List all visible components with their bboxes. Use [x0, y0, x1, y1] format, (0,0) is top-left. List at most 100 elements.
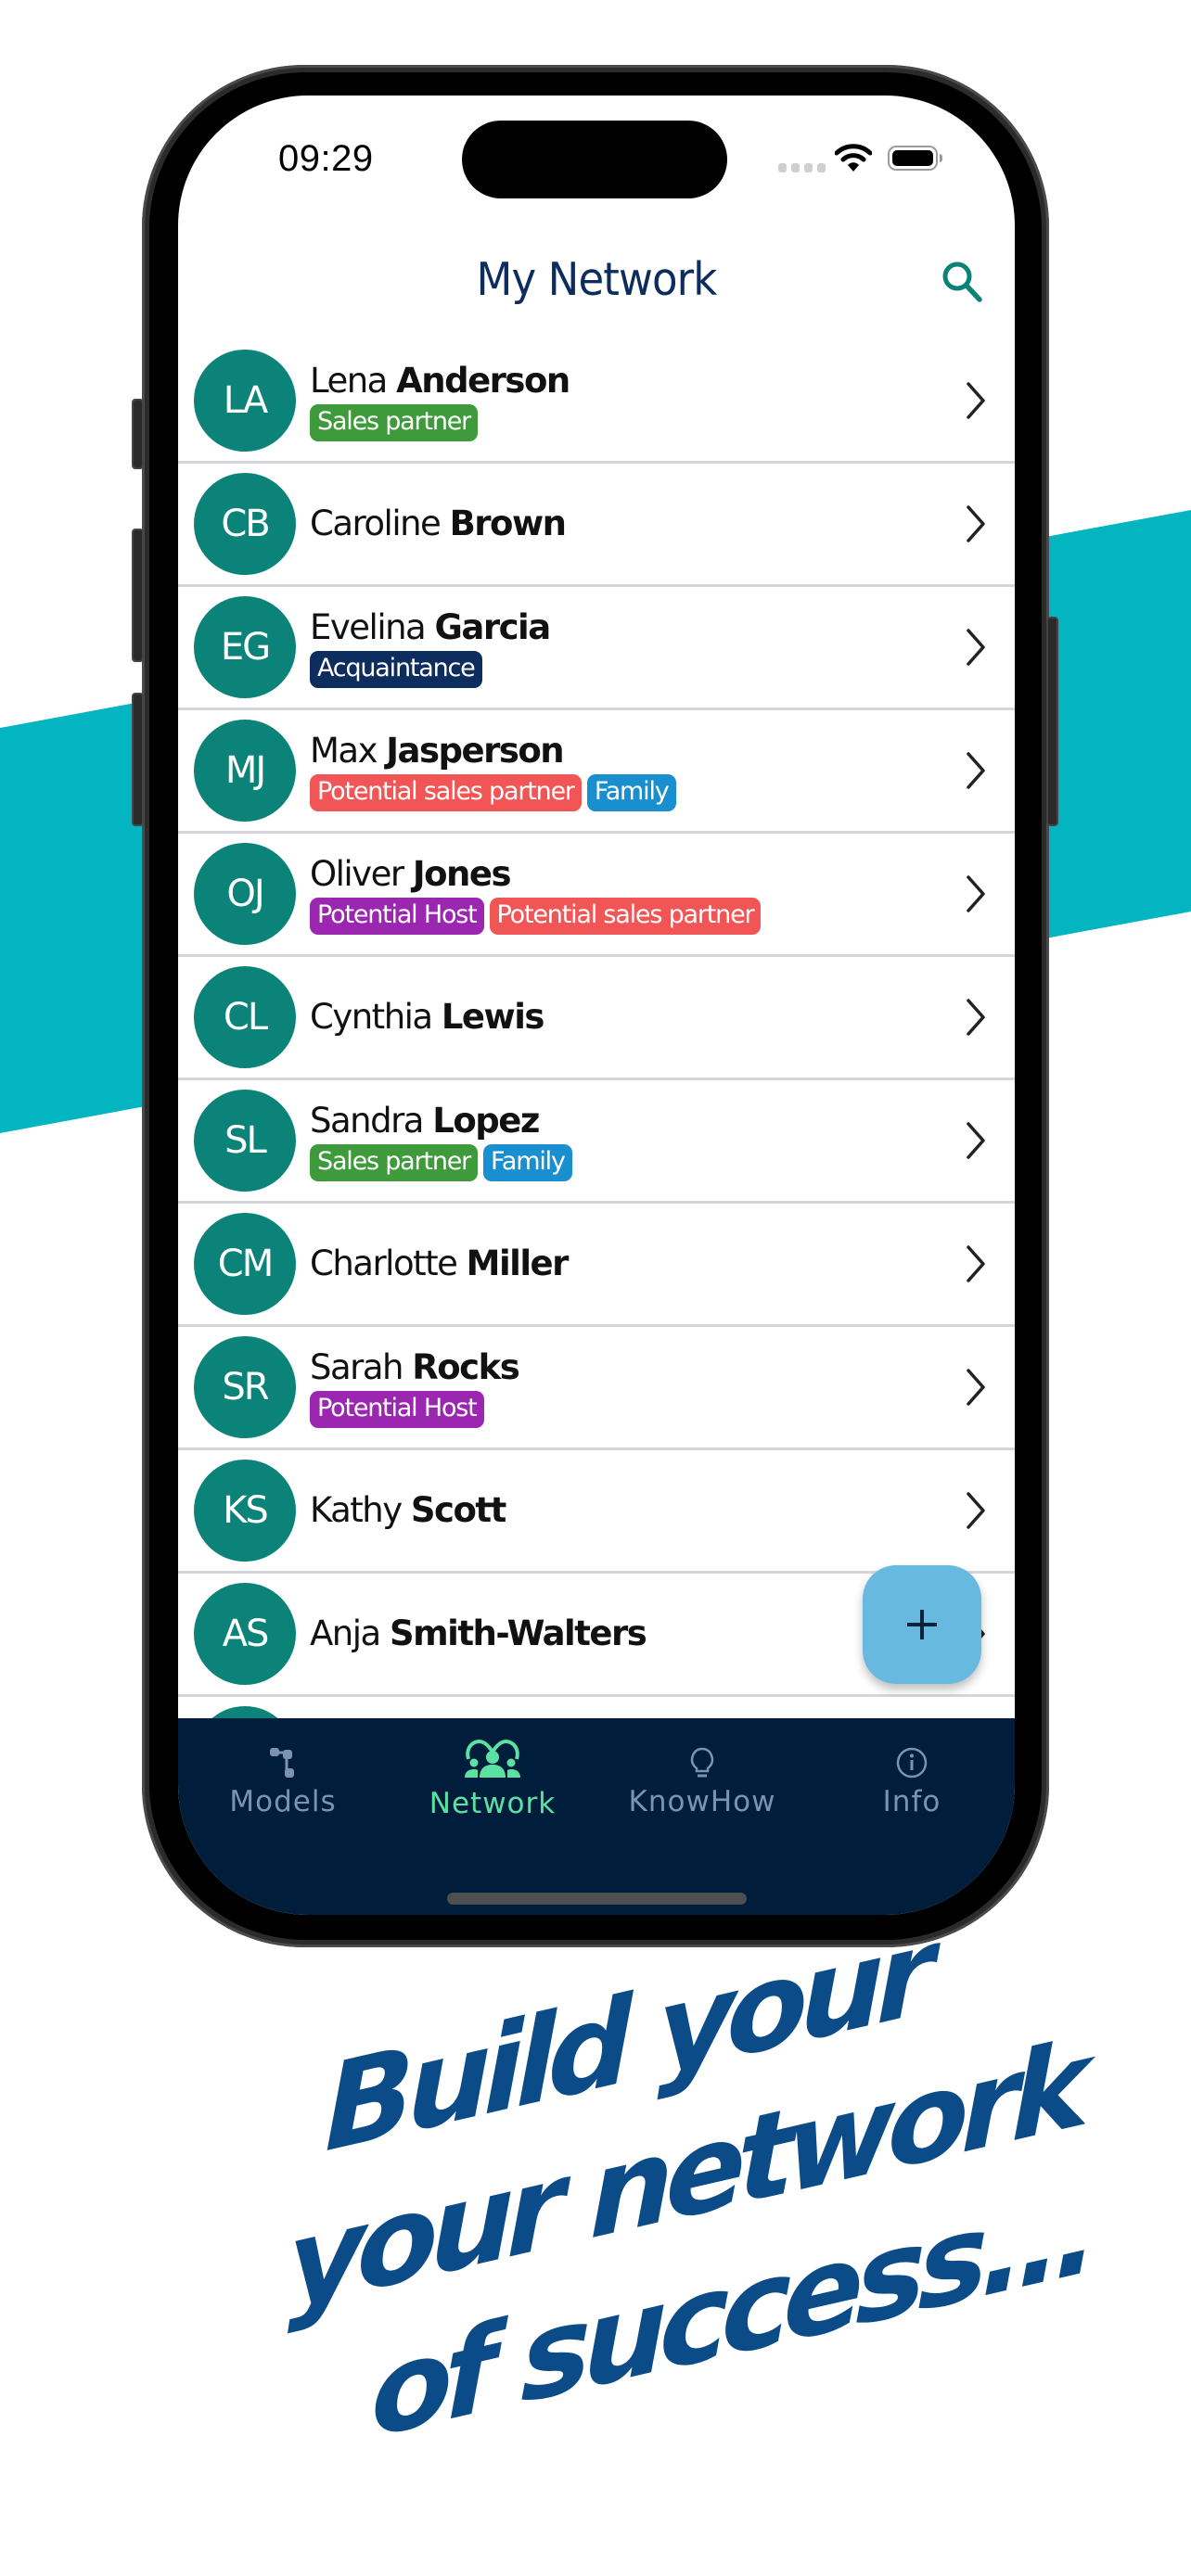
contact-info: Oliver Jones Potential Host Potential sale… [310, 834, 762, 954]
contact-row[interactable]: MJ Max Jasperson Potential sales partner Fa… [178, 710, 1015, 834]
contact-row[interactable]: LA Lena Anderson Sales partner [178, 340, 1015, 464]
tab-network[interactable]: Network [388, 1718, 597, 1820]
contact-row[interactable]: CB Caroline Brown [178, 464, 1015, 587]
last-name: Jones [412, 854, 512, 894]
battery-tip [940, 154, 942, 162]
avatar: CM [194, 1213, 296, 1315]
chevron-right-icon [967, 1492, 985, 1529]
first-name: Charlotte [310, 1243, 458, 1283]
contact-name: Sandra Lopez [310, 1100, 572, 1142]
tag-list: Potential Host [310, 1391, 519, 1428]
avatar: SL [194, 1090, 296, 1192]
contact-name: Max Jasperson [310, 730, 676, 772]
contact-name: Cynthia Lewis [310, 996, 544, 1039]
avatar: EG [194, 596, 296, 698]
first-name: Evelina [310, 607, 427, 647]
contact-row[interactable]: EG Evelina Garcia Acquaintance [178, 587, 1015, 710]
first-name: Kathy [310, 1490, 403, 1530]
contact-name: Caroline Brown [310, 503, 567, 545]
app-screen: 09:29 My Network LA Lena Anderson Sales pa… [178, 96, 1015, 1915]
contact-row[interactable]: CM Charlotte Miller [178, 1204, 1015, 1327]
chevron-right-icon [967, 875, 985, 912]
contact-info: Sandra Lopez Sales partner Family [310, 1080, 572, 1201]
chevron-right-icon [967, 382, 985, 419]
action-button [132, 399, 144, 469]
tag-badge: Acquaintance [310, 651, 482, 688]
tag-badge: Potential Host [310, 1391, 484, 1428]
tag-list: Sales partner [310, 404, 570, 441]
page-title: My Network [476, 253, 718, 306]
cellular-signal-icon [778, 163, 826, 172]
tag-list: Potential Host Potential sales partner [310, 898, 762, 935]
chevron-right-icon [967, 999, 985, 1036]
add-contact-button[interactable] [863, 1565, 981, 1684]
contact-row[interactable]: SL Sandra Lopez Sales partner Family [178, 1080, 1015, 1204]
tab-models[interactable]: Models [178, 1718, 388, 1818]
last-name: Lewis [441, 997, 545, 1037]
tag-badge: Family [586, 774, 676, 811]
contact-row[interactable]: CL Cynthia Lewis [178, 957, 1015, 1080]
contact-name: Kathy Scott [310, 1489, 506, 1532]
chevron-right-icon [967, 752, 985, 789]
search-icon[interactable] [939, 258, 985, 306]
plus-icon [907, 1610, 937, 1639]
battery-icon [888, 146, 938, 171]
tag-badge: Sales partner [310, 404, 479, 441]
avatar: LA [194, 350, 296, 452]
first-name: Cynthia [310, 997, 433, 1037]
tab-label: Network [429, 1787, 557, 1820]
phone-frame: 09:29 My Network LA Lena Anderson Sales pa… [132, 65, 1058, 1947]
tab-label: Info [882, 1785, 941, 1818]
last-name: Miller [466, 1243, 570, 1283]
first-name: Sandra [310, 1101, 424, 1141]
contact-row[interactable]: SR Sarah Rocks Potential Host [178, 1327, 1015, 1450]
avatar: AS [194, 1583, 296, 1685]
last-name: Rocks [412, 1347, 519, 1387]
last-name: Lopez [432, 1101, 540, 1141]
first-name: Lena [310, 361, 388, 401]
tag-list: Sales partner Family [310, 1144, 572, 1181]
models-icon [270, 1748, 294, 1778]
volume-down-button [132, 693, 144, 826]
contact-info: Caroline Brown [310, 464, 567, 584]
tag-badge: Family [483, 1144, 572, 1181]
contact-info: Max Jasperson Potential sales partner Fami… [310, 710, 676, 831]
chevron-right-icon [967, 1369, 985, 1406]
first-name: Sarah [310, 1347, 404, 1387]
chevron-right-icon [967, 505, 985, 542]
tab-info[interactable]: Info [807, 1718, 1015, 1818]
network-icon [465, 1740, 520, 1778]
chevron-right-icon [967, 1122, 985, 1159]
contact-name: Lena Anderson [310, 360, 570, 402]
contact-row[interactable]: KS Kathy Scott [178, 1450, 1015, 1574]
contact-info: Charlotte Miller [310, 1204, 570, 1324]
contact-name: Anja Smith-Walters [310, 1613, 647, 1655]
avatar: OJ [194, 843, 296, 945]
tag-badge: Potential sales partner [489, 898, 762, 935]
tab-label: KnowHow [628, 1785, 776, 1818]
tag-list: Acquaintance [310, 651, 550, 688]
chevron-right-icon [967, 1245, 985, 1282]
avatar: SR [194, 1336, 296, 1438]
contact-name: Charlotte Miller [310, 1243, 570, 1285]
tag-badge: Potential Host [310, 898, 484, 935]
avatar: KS [194, 1460, 296, 1562]
tag-badge: Potential sales partner [310, 774, 582, 811]
first-name: Anja [310, 1613, 381, 1653]
avatar: CL [194, 966, 296, 1068]
wifi-icon [835, 144, 872, 172]
info-icon [896, 1747, 928, 1779]
first-name: Oliver [310, 854, 404, 894]
avatar: MJ [194, 720, 296, 822]
contact-row[interactable]: OJ Oliver Jones Potential Host Potential sa… [178, 834, 1015, 957]
tab-knowhow[interactable]: KnowHow [597, 1718, 807, 1818]
contact-name: Sarah Rocks [310, 1346, 520, 1389]
contact-info: Cynthia Lewis [310, 957, 544, 1078]
tag-list: Potential sales partner Family [310, 774, 676, 811]
dynamic-island [462, 121, 727, 198]
contact-info: Lena Anderson Sales partner [310, 340, 570, 461]
contact-info: Evelina Garcia Acquaintance [310, 587, 551, 708]
contact-info: Sarah Rocks Potential Host [310, 1327, 520, 1447]
first-name: Caroline [310, 504, 442, 543]
status-time: 09:29 [278, 138, 374, 179]
